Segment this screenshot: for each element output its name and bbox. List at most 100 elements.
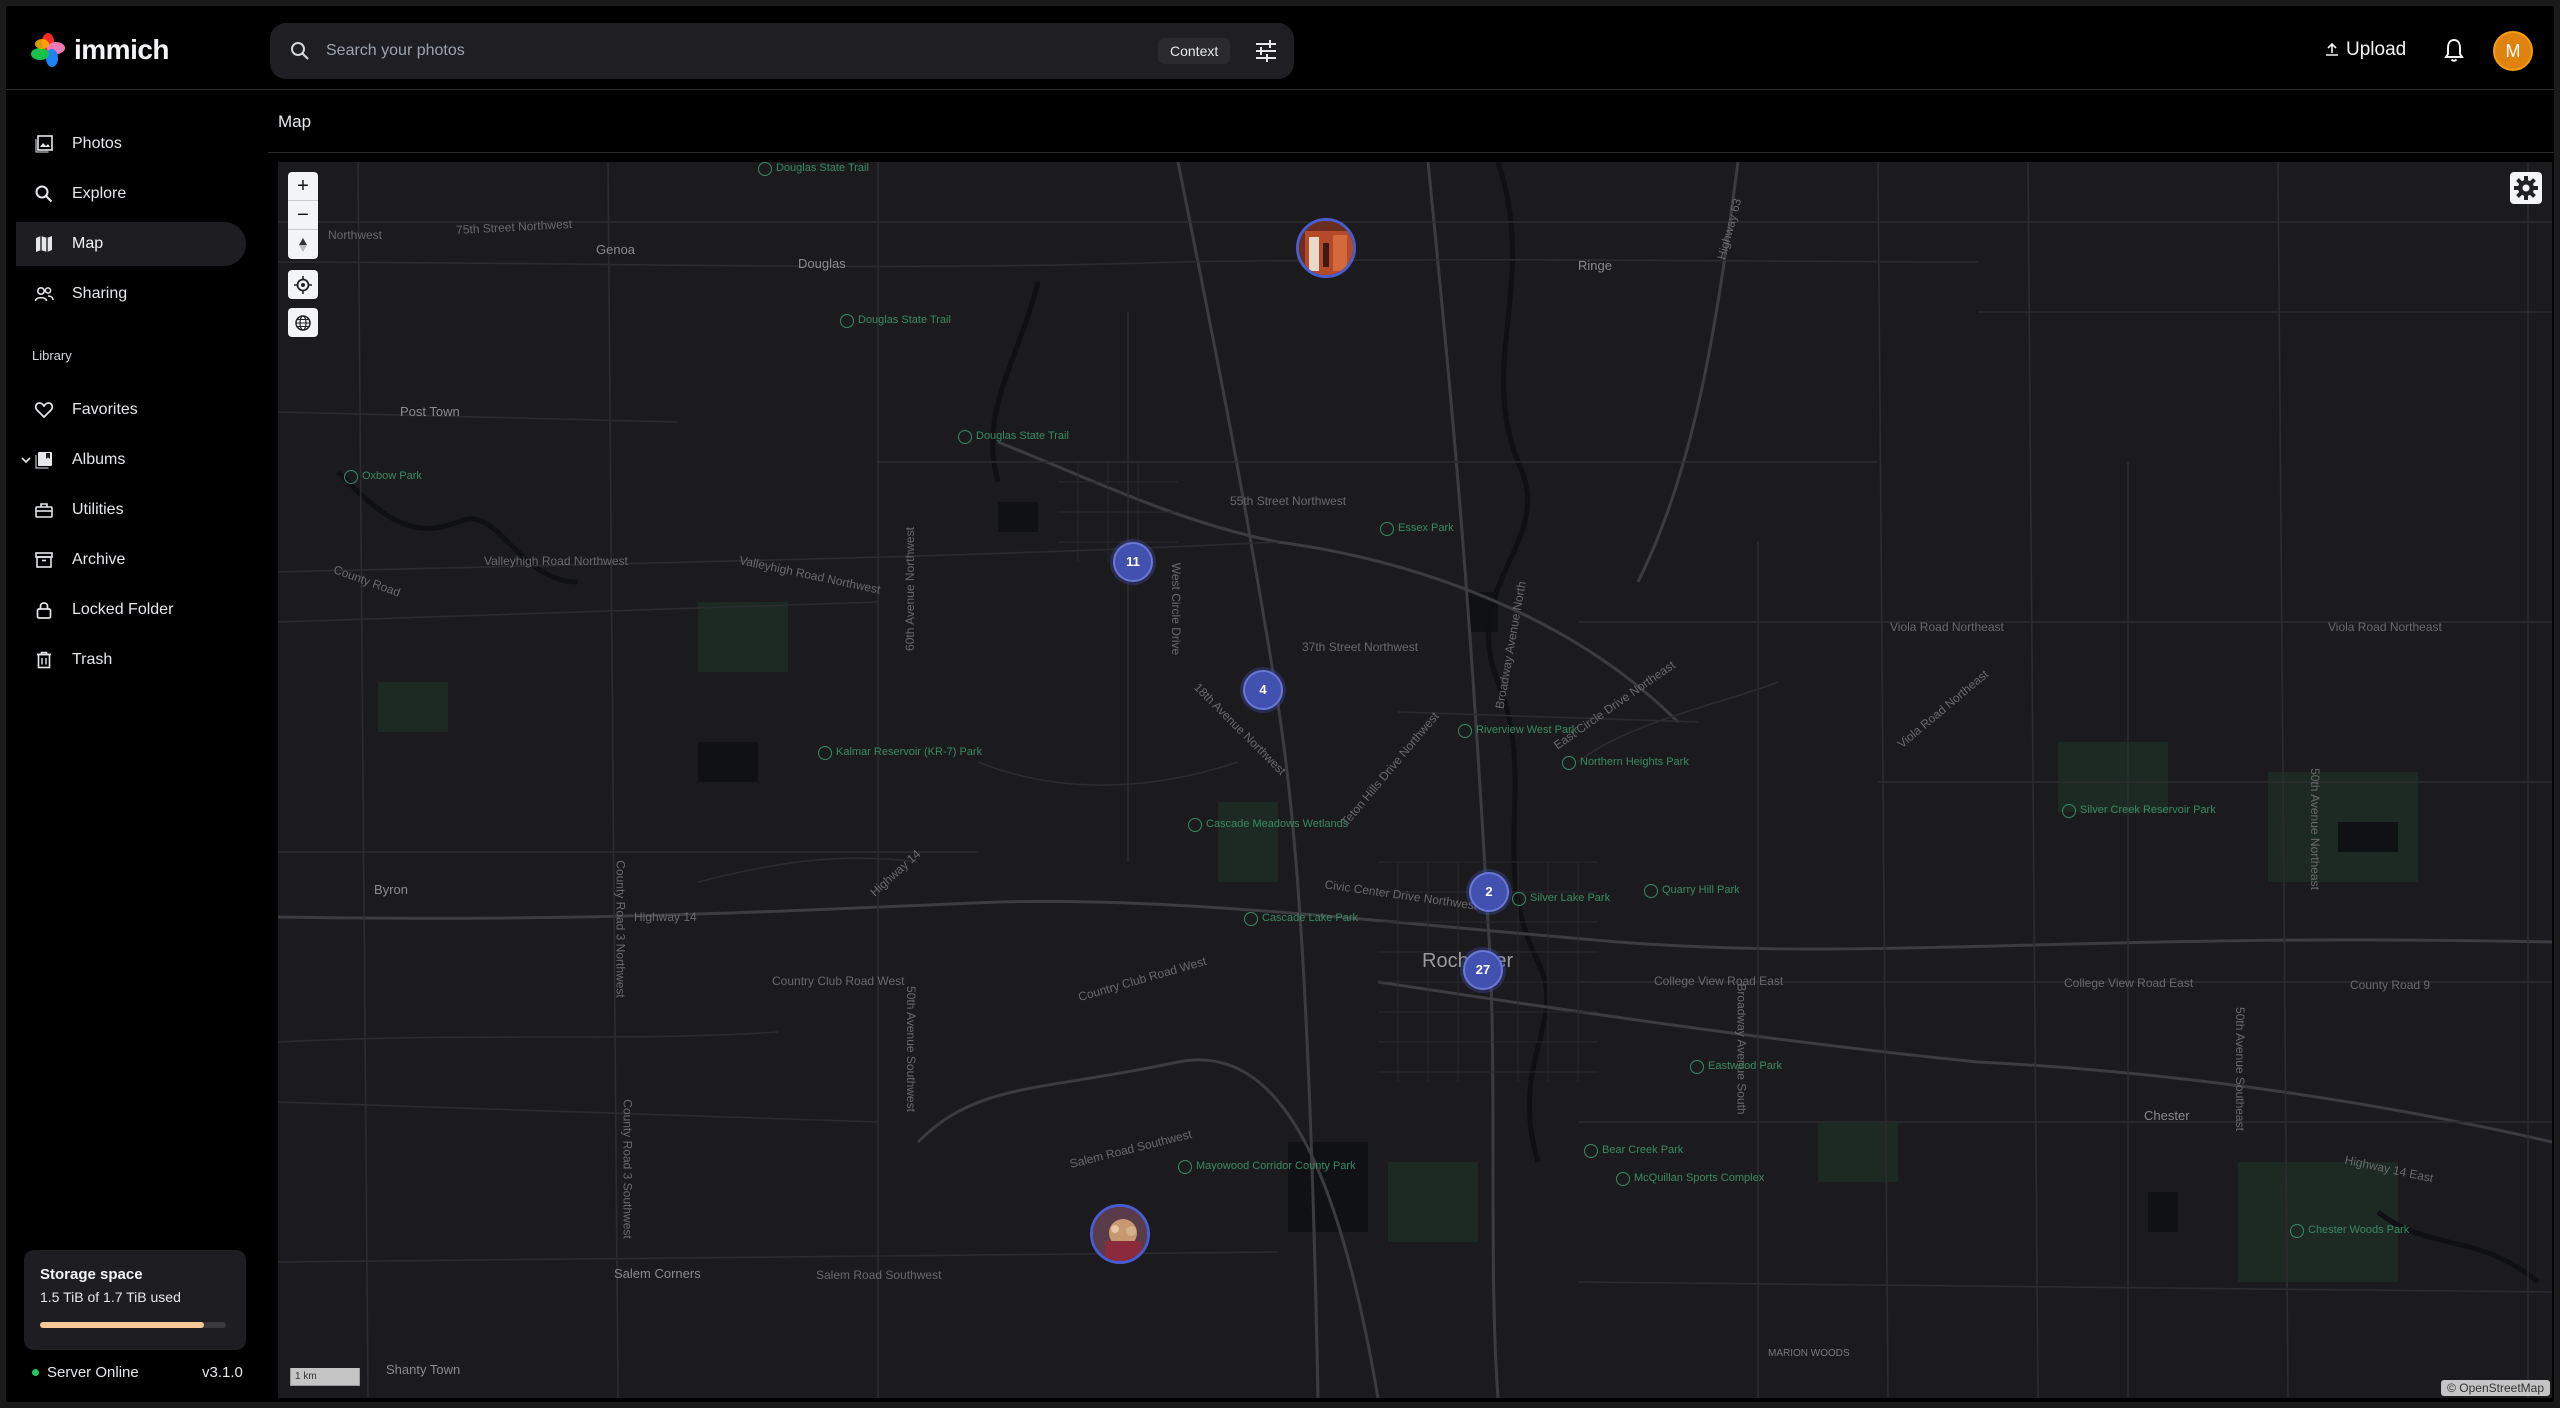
map-cluster-marker[interactable]: 27	[1463, 950, 1503, 990]
park-label: Silver Lake Park	[1512, 892, 1610, 906]
road-label: West Circle Drive	[1169, 562, 1184, 656]
notifications-bell-icon[interactable]	[2440, 36, 2468, 64]
globe-icon	[295, 314, 311, 331]
user-avatar[interactable]: M	[2493, 31, 2533, 71]
upload-button[interactable]: Upload	[2324, 34, 2406, 66]
park-label: McQuillan Sports Complex	[1616, 1172, 1764, 1186]
compass-reset-button[interactable]	[288, 230, 318, 259]
map-attribution[interactable]: © OpenStreetMap	[2441, 1380, 2550, 1396]
map-settings-button[interactable]	[2510, 172, 2542, 204]
map-scale: 1 km	[290, 1368, 360, 1386]
compass-icon	[299, 237, 307, 252]
road-label: Northwest	[328, 228, 383, 242]
storage-title: Storage space	[40, 1266, 143, 1283]
library-section-label: Library	[32, 348, 72, 363]
sidebar-item-sharing[interactable]: Sharing	[16, 272, 246, 316]
zoom-out-button[interactable]: −	[288, 201, 318, 230]
sidebar-item-label: Trash	[72, 651, 113, 668]
archive-icon	[35, 552, 53, 568]
park-label: Mayowood Corridor County Park	[1178, 1160, 1356, 1174]
storage-card[interactable]: Storage space 1.5 TiB of 1.7 TiB used	[24, 1250, 246, 1350]
road-label: 37th Street Northwest	[1302, 640, 1419, 654]
geolocate-button[interactable]	[288, 270, 318, 299]
road-label: 50th Avenue Southeast	[2232, 1007, 2247, 1131]
search-icon	[291, 42, 309, 60]
sidebar-item-label: Sharing	[72, 285, 128, 302]
app-window: immich Context Upload M Photos	[0, 0, 2560, 1408]
chevron-down-icon[interactable]	[20, 454, 32, 466]
park-label: Riverview West Park	[1458, 724, 1577, 738]
search-input[interactable]	[326, 31, 886, 71]
geolocate-control	[288, 270, 318, 299]
park-label: Chester Woods Park	[2290, 1224, 2409, 1238]
gear-icon	[2514, 176, 2538, 200]
people-icon	[34, 286, 54, 302]
road-label: Viola Road Northeast	[1890, 620, 2004, 634]
sidebar-item-favorites[interactable]: Favorites	[16, 388, 246, 432]
sidebar-item-label: Photos	[72, 135, 122, 152]
road-label: 50th Avenue Southwest	[903, 986, 918, 1112]
road-label: Highway 14	[634, 910, 697, 924]
sidebar-item-photos[interactable]: Photos	[16, 122, 246, 166]
map-view[interactable]: Genoa Douglas Ringe Post Town Byron Roch…	[278, 162, 2552, 1398]
globe-control	[288, 308, 318, 337]
map-tiles[interactable]	[278, 162, 2552, 1398]
park-icon	[1188, 818, 1202, 832]
server-status-text: Server Online	[47, 1364, 139, 1381]
heart-icon	[34, 402, 54, 419]
park-label: Quarry Hill Park	[1644, 884, 1740, 898]
park-icon	[2062, 804, 2076, 818]
park-label: Bear Creek Park	[1584, 1144, 1683, 1158]
photos-icon	[35, 135, 53, 153]
park-icon	[1244, 912, 1258, 926]
road-label: Salem Road Southwest	[816, 1268, 942, 1282]
context-chip[interactable]: Context	[1158, 38, 1231, 64]
map-photo-marker[interactable]	[1090, 1204, 1150, 1264]
app-name: immich	[74, 34, 170, 65]
road-label: 60th Avenue Northwest	[902, 527, 917, 651]
trash-icon	[37, 651, 51, 669]
sidebar-item-locked-folder[interactable]: Locked Folder	[16, 588, 246, 632]
upload-label: Upload	[2346, 39, 2407, 60]
storage-used-text: 1.5 TiB of 1.7 TiB used	[40, 1289, 181, 1305]
place-label: Genoa	[596, 242, 636, 257]
sidebar-item-label: Explore	[72, 185, 127, 202]
zoom-controls: + −	[288, 172, 318, 259]
park-icon	[1644, 884, 1658, 898]
zoom-in-button[interactable]: +	[288, 172, 318, 201]
sidebar-item-explore[interactable]: Explore	[16, 172, 246, 216]
sidebar-item-map[interactable]: Map	[16, 222, 246, 266]
road-label: 50th Avenue Northeast	[2307, 768, 2322, 890]
map-photo-marker[interactable]	[1296, 218, 1356, 278]
immich-logo[interactable]: immich	[30, 30, 170, 70]
place-label: MARION WOODS	[1768, 1348, 1850, 1359]
road-label: County Road 3 Northwest	[613, 860, 628, 998]
sidebar-item-utilities[interactable]: Utilities	[16, 488, 246, 532]
sidebar-item-albums[interactable]: Albums	[16, 438, 246, 482]
server-version[interactable]: v3.1.0	[202, 1364, 243, 1381]
park-icon	[344, 470, 358, 484]
park-label: Kalmar Reservoir (KR-7) Park	[818, 746, 982, 760]
map-cluster-marker[interactable]: 11	[1113, 542, 1153, 582]
top-bar: immich Context Upload M	[6, 6, 2554, 90]
sidebar-item-trash[interactable]: Trash	[16, 638, 246, 682]
park-label: Eastwood Park	[1690, 1060, 1782, 1074]
search-options-icon[interactable]	[1250, 35, 1282, 67]
road-label: County Road 9	[2350, 978, 2431, 992]
sidebar-item-archive[interactable]: Archive	[16, 538, 246, 582]
sidebar: Photos Explore Map Sharing Library Favor…	[6, 90, 256, 1402]
park-icon	[840, 314, 854, 328]
search-icon	[35, 185, 53, 203]
globe-button[interactable]	[288, 308, 318, 337]
park-label: Cascade Meadows Wetlands	[1188, 818, 1348, 832]
sidebar-item-label: Favorites	[72, 401, 138, 418]
toolbox-icon	[35, 503, 53, 518]
map-cluster-marker[interactable]: 4	[1243, 670, 1283, 710]
road-label: College View Road East	[1654, 974, 1784, 988]
park-label: Douglas State Trail	[958, 430, 1069, 444]
search-bar[interactable]: Context	[270, 23, 1294, 79]
road-label: Viola Road Northeast	[2328, 620, 2442, 634]
park-label: Douglas State Trail	[758, 162, 869, 176]
map-cluster-marker[interactable]: 2	[1469, 872, 1509, 912]
place-label: Ringe	[1578, 258, 1612, 273]
